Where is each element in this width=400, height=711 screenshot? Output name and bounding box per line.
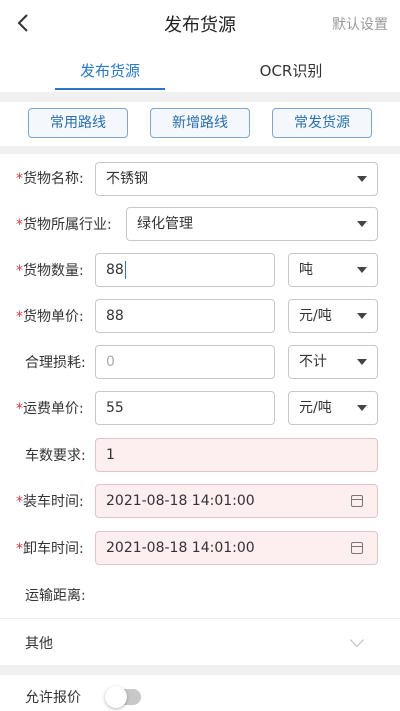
required-mark: * <box>16 263 23 279</box>
common-route-button[interactable]: 常用路线 <box>28 108 128 138</box>
add-route-button[interactable]: 新增路线 <box>150 108 250 138</box>
header: 发布货源 默认设置 <box>0 0 400 46</box>
unload-time-picker[interactable]: 2021-08-18 14:01:00 <box>95 531 378 565</box>
unit-price-input[interactable]: 88 <box>95 299 275 333</box>
loss-input[interactable]: 0 <box>95 345 275 379</box>
default-settings-button[interactable]: 默认设置 <box>332 14 388 34</box>
caret-down-icon <box>357 221 367 227</box>
load-time-label: *装车时间: <box>16 494 84 510</box>
load-time-picker[interactable]: 2021-08-18 14:01:00 <box>95 484 378 518</box>
loss-unit-select[interactable]: 不计 <box>288 345 378 379</box>
other-label: 其他 <box>25 636 53 652</box>
quantity-input[interactable]: 88 <box>95 253 275 287</box>
quantity-unit-select[interactable]: 吨 <box>288 253 378 287</box>
active-tab-indicator <box>55 88 165 90</box>
required-mark: * <box>16 401 23 417</box>
chevron-down-icon <box>349 632 365 648</box>
tab-ocr[interactable]: OCR识别 <box>236 60 346 81</box>
caret-down-icon <box>357 313 367 319</box>
truck-count-label: 车数要求: <box>25 448 86 464</box>
caret-down-icon <box>357 267 367 273</box>
calendar-icon <box>351 495 363 507</box>
calendar-icon <box>351 542 363 554</box>
allow-quote-switch[interactable] <box>105 686 141 708</box>
required-mark: * <box>16 541 23 557</box>
freight-price-input[interactable]: 55 <box>95 391 275 425</box>
frequent-cargo-button[interactable]: 常发货源 <box>272 108 372 138</box>
industry-label: *货物所属行业: <box>16 217 112 233</box>
section-divider <box>0 146 400 154</box>
required-mark: * <box>16 494 23 510</box>
freight-price-label: *运费单价: <box>16 401 84 417</box>
freight-unit-select[interactable]: 元/吨 <box>288 391 378 425</box>
section-divider <box>0 665 400 675</box>
caret-down-icon <box>357 176 367 182</box>
unit-price-label: *货物单价: <box>16 309 84 325</box>
truck-count-input[interactable]: 1 <box>95 438 378 472</box>
section-divider <box>0 92 400 102</box>
loss-label: 合理损耗: <box>25 355 86 371</box>
tab-publish-cargo[interactable]: 发布货源 <box>55 60 165 81</box>
unload-time-label: *卸车时间: <box>16 541 84 557</box>
quantity-label: *货物数量: <box>16 263 84 279</box>
caret-down-icon <box>357 359 367 365</box>
required-mark: * <box>16 309 23 325</box>
switch-knob <box>105 686 127 708</box>
required-mark: * <box>16 217 23 233</box>
other-section-toggle[interactable]: 其他 <box>0 618 400 664</box>
required-mark: * <box>16 171 23 187</box>
caret-down-icon <box>357 405 367 411</box>
industry-select[interactable]: 绿化管理 <box>126 207 378 241</box>
text-cursor <box>124 261 126 279</box>
allow-quote-label: 允许报价 <box>25 690 81 706</box>
cargo-name-label: *货物名称: <box>16 171 84 187</box>
tab-bar: 发布货源 OCR识别 <box>0 46 400 92</box>
cargo-name-select[interactable]: 不锈钢 <box>95 162 378 196</box>
distance-label: 运输距离: <box>25 588 86 604</box>
unit-price-unit-select[interactable]: 元/吨 <box>288 299 378 333</box>
